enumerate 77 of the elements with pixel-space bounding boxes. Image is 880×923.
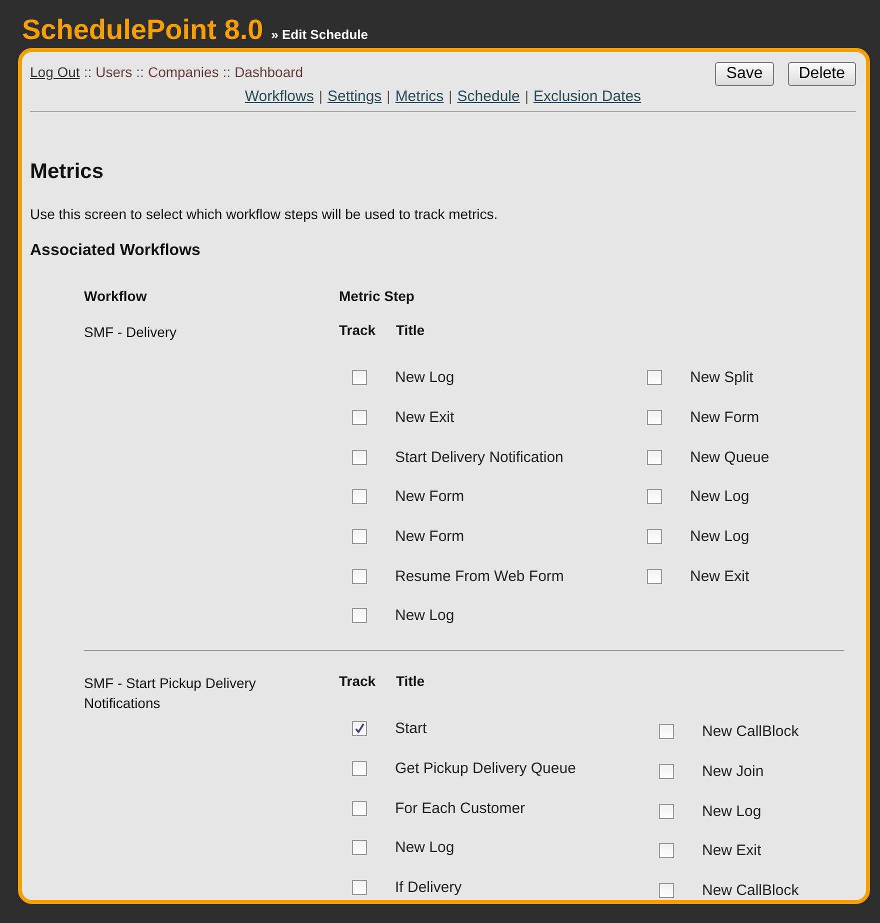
nav-link[interactable]: Exclusion Dates [534,88,642,105]
step-title: Get Pickup Delivery Queue [395,760,576,777]
nav-link[interactable]: Schedule [457,88,520,105]
separator: | [318,88,322,105]
checkbox[interactable] [647,410,662,426]
step-title: New Queue [690,448,770,466]
step-title: New Log [395,607,454,624]
workflow-name: SMF - Start Pickup Delivery Notifications [84,674,257,713]
separator: :: [222,64,231,80]
checkbox[interactable] [352,410,367,426]
checkbox[interactable] [647,529,662,544]
save-button[interactable]: Save [715,62,774,86]
step-title: Start [395,720,427,738]
step-title: New Form [395,488,464,506]
column-header: Workflow [84,288,148,306]
column-header: Title [396,322,426,340]
step-title: New Form [395,528,464,546]
step-title: New Log [702,802,762,820]
nav-link[interactable]: Workflows [244,88,314,105]
checkbox[interactable] [647,450,662,465]
app-title: SchedulePoint 8.0 [22,14,264,46]
nav-link[interactable]: Settings [327,88,382,105]
step-title: If Delivery [395,878,462,896]
nav-link[interactable]: Metrics [395,88,444,105]
separator: | [448,88,452,105]
checkbox[interactable] [352,370,367,386]
breadcrumb-item: Companies [148,64,219,80]
checkbox[interactable] [352,529,367,544]
separator: | [386,88,390,105]
step-title: New Log [395,369,454,386]
checkbox[interactable] [352,489,367,504]
logout-link[interactable]: Log Out [30,64,80,80]
step-title: New Join [702,762,764,780]
separator: :: [136,64,144,80]
step-title: New Exit [702,842,762,860]
checkbox[interactable] [352,721,367,736]
checkbox[interactable] [659,764,674,779]
checkbox[interactable] [659,843,674,858]
checkbox[interactable] [352,880,367,895]
step-title: New Form [690,409,760,426]
checkbox[interactable] [647,370,662,386]
step-title: Resume From Web Form [395,568,564,585]
checkbox[interactable] [352,450,367,465]
step-title: New Exit [690,568,750,585]
step-title: New CallBlock [702,882,799,899]
column-header: Title [396,672,426,691]
checkbox[interactable] [352,568,367,584]
separator: :: [84,64,92,80]
checkbox[interactable] [352,840,367,856]
checkbox[interactable] [352,608,367,624]
description: Use this screen to select which workflow steps will be used to track metrics. [30,206,499,222]
page-subtitle: » Edit Schedule [271,27,368,42]
breadcrumb-item: Dashboard [234,64,304,80]
checkbox[interactable] [647,568,662,584]
checkbox[interactable] [352,800,367,816]
step-title: New Log [690,488,750,506]
page-heading: Metrics [30,160,105,184]
checkbox[interactable] [352,760,367,776]
section-heading: Associated Workflows [30,242,202,260]
step-title: New Split [690,369,754,386]
step-title: Start Delivery Notification [395,448,564,466]
step-title: New Log [395,839,454,856]
separator: | [524,88,528,105]
checkbox[interactable] [659,804,674,819]
step-title: New CallBlock [702,723,799,740]
step-title: New Log [690,528,750,546]
step-title: New Exit [395,409,454,426]
delete-button[interactable]: Delete [788,62,856,86]
workflow-name: SMF - Delivery [84,323,178,342]
column-header: Track [339,322,377,340]
checkbox[interactable] [659,882,674,898]
column-header: Track [339,672,377,691]
breadcrumb-item: Users [96,64,132,80]
step-title: For Each Customer [395,800,526,817]
column-header: Metric Step [339,288,416,306]
checkbox[interactable] [647,489,662,504]
checkbox[interactable] [659,724,674,740]
